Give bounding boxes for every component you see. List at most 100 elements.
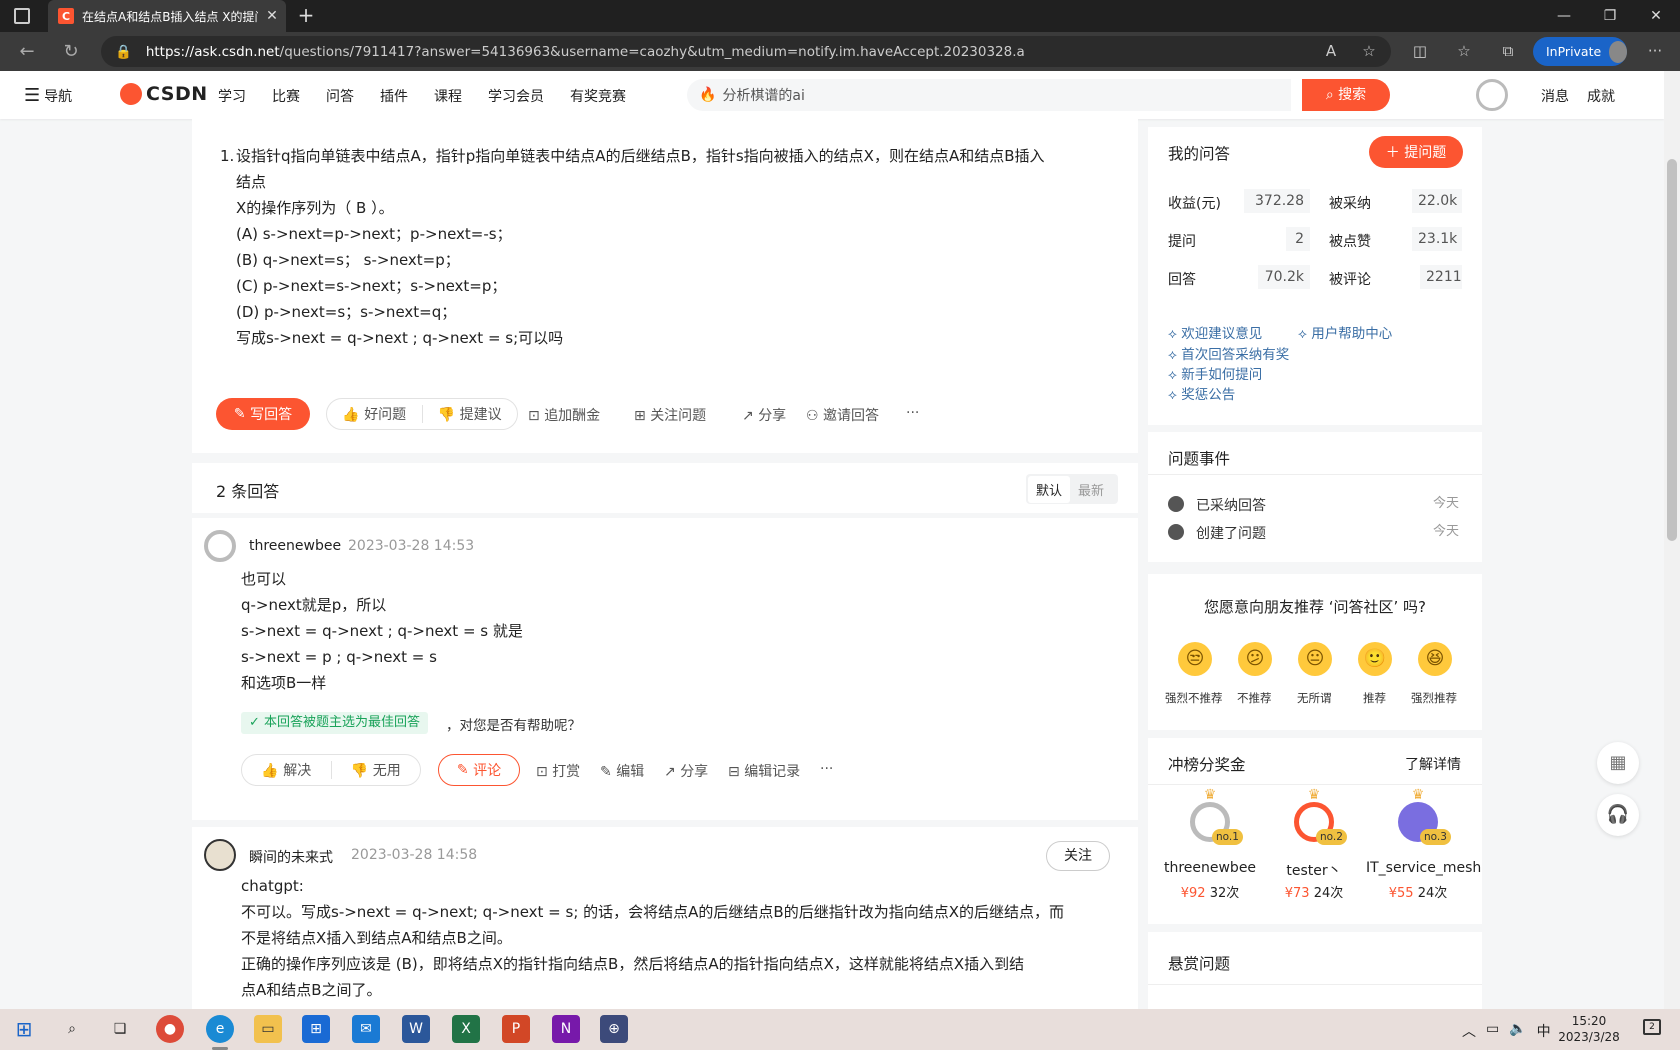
useless-button[interactable]: 👎 无用 bbox=[332, 760, 421, 780]
app-icon[interactable]: ⊕ bbox=[600, 1015, 628, 1043]
nav-menu-button[interactable]: ☰ 导航 bbox=[24, 85, 72, 106]
tab-actions-icon[interactable] bbox=[14, 8, 30, 24]
user-avatar[interactable] bbox=[1476, 79, 1508, 111]
split-screen-icon[interactable]: ◫ bbox=[1409, 40, 1431, 62]
recommend-emoji-icon[interactable]: 🙂 bbox=[1358, 642, 1392, 676]
answer-count: 2 条回答 bbox=[216, 482, 280, 501]
suggest-button[interactable]: 👎 提建议 bbox=[422, 404, 517, 424]
notification-center-icon[interactable]: 2 bbox=[1643, 1019, 1661, 1035]
add-favorite-icon[interactable]: ☆ bbox=[1358, 40, 1380, 62]
answer-line: 不可以。写成s->next = q->next; q->next = s; 的话… bbox=[241, 903, 1064, 921]
share-question-button[interactable]: ↗ 分享 bbox=[742, 405, 786, 425]
scrollbar-thumb[interactable] bbox=[1667, 159, 1677, 541]
strongly-not-recommend-emoji-icon[interactable]: 😒 bbox=[1178, 642, 1212, 676]
taskbar-clock[interactable]: 15:20 2023/3/28 bbox=[1556, 1013, 1622, 1045]
edit-history-button[interactable]: ⊟ 编辑记录 bbox=[728, 761, 800, 781]
volume-icon[interactable]: 🔈 bbox=[1509, 1021, 1526, 1041]
answer-more-button[interactable]: ··· bbox=[820, 761, 833, 777]
powerpoint-icon[interactable]: P bbox=[502, 1015, 530, 1043]
link-rewards-penalties[interactable]: ⟡ 奖惩公告 bbox=[1168, 383, 1235, 403]
link-how-to-ask[interactable]: ⟡ 新手如何提问 bbox=[1168, 363, 1262, 383]
link-help-center[interactable]: ⟡ 用户帮助中心 bbox=[1298, 322, 1392, 342]
new-tab-icon[interactable]: + bbox=[294, 4, 318, 28]
add-bounty-button[interactable]: ⊡ 追加酬金 bbox=[528, 405, 600, 425]
nav-item-prize-contest[interactable]: 有奖竞赛 bbox=[570, 86, 626, 106]
task-view-icon[interactable]: ❏ bbox=[106, 1015, 134, 1043]
tray-overflow-icon[interactable]: ︿ bbox=[1462, 1021, 1476, 1041]
not-recommend-emoji-icon[interactable]: 😕 bbox=[1238, 642, 1272, 676]
rank-name[interactable]: IT_service_mesh bbox=[1366, 860, 1481, 876]
stat-value-earnings: 372.28 bbox=[1244, 189, 1310, 213]
refresh-icon[interactable]: ↻ bbox=[58, 39, 84, 65]
mail-icon[interactable]: ✉ bbox=[352, 1015, 380, 1043]
link-feedback[interactable]: ⟡ 欢迎建议意见 bbox=[1168, 322, 1262, 342]
window-close-icon[interactable]: ✕ bbox=[1636, 4, 1676, 28]
address-bar[interactable]: 🔒 https://ask.csdn.net/questions/7911417… bbox=[101, 36, 1391, 67]
divider bbox=[1148, 474, 1482, 475]
onenote-icon[interactable]: N bbox=[552, 1015, 580, 1043]
search-input[interactable]: 🔥 分析棋谱的ai bbox=[687, 79, 1291, 111]
collections-icon[interactable]: ⧉ bbox=[1497, 40, 1519, 62]
rank-name[interactable]: threenewbee bbox=[1158, 860, 1262, 876]
excel-icon[interactable]: X bbox=[452, 1015, 480, 1043]
answer-vote-pill: 👍 解决 👎 无用 bbox=[241, 754, 421, 786]
answer-avatar[interactable] bbox=[204, 839, 236, 871]
tip-button[interactable]: ⊡ 打赏 bbox=[536, 761, 580, 781]
minimize-icon[interactable]: — bbox=[1544, 4, 1584, 28]
qr-code-icon[interactable]: ▦ bbox=[1597, 742, 1639, 784]
browser-tab-active[interactable]: C 在结点A和结点B插入结点 X的提问 ✕ bbox=[48, 0, 286, 32]
nav-item-study[interactable]: 学习 bbox=[218, 86, 246, 106]
search-icon[interactable]: ⌕ bbox=[58, 1015, 86, 1043]
ime-indicator[interactable]: 中 bbox=[1537, 1021, 1551, 1041]
restore-icon[interactable]: ❐ bbox=[1590, 4, 1630, 28]
back-icon[interactable]: ← bbox=[14, 39, 40, 65]
chrome-icon[interactable]: ● bbox=[156, 1015, 184, 1043]
bounty-details-link[interactable]: 了解详情 bbox=[1405, 754, 1461, 774]
write-answer-button[interactable]: ✎ 写回答 bbox=[216, 398, 310, 430]
store-icon[interactable]: ⊞ bbox=[302, 1015, 330, 1043]
page-scrollbar[interactable] bbox=[1664, 71, 1680, 1009]
achievements-link[interactable]: 成就 bbox=[1587, 86, 1615, 106]
rank-name[interactable]: tester丶 bbox=[1262, 860, 1366, 880]
comment-button[interactable]: ✎ 评论 bbox=[438, 754, 520, 786]
close-tab-icon[interactable]: ✕ bbox=[258, 8, 286, 24]
edge-icon[interactable]: e bbox=[206, 1015, 234, 1043]
ask-question-button[interactable]: ＋ 提问题 bbox=[1369, 136, 1463, 168]
favorites-icon[interactable]: ☆ bbox=[1453, 40, 1475, 62]
csdn-logo[interactable]: CSDN bbox=[120, 83, 208, 105]
file-explorer-icon[interactable]: ▭ bbox=[254, 1015, 282, 1043]
nav-item-contest[interactable]: 比赛 bbox=[272, 86, 300, 106]
read-aloud-icon[interactable]: A bbox=[1320, 40, 1342, 62]
nav-item-plugin[interactable]: 插件 bbox=[380, 86, 408, 106]
inprivate-button[interactable]: InPrivate bbox=[1533, 37, 1627, 66]
sort-latest-tab[interactable]: 最新 bbox=[1070, 476, 1112, 503]
follow-question-button[interactable]: ⊞ 关注问题 bbox=[634, 405, 706, 425]
sort-default-tab[interactable]: 默认 bbox=[1028, 475, 1071, 503]
strongly-recommend-emoji-icon[interactable]: 😆 bbox=[1418, 642, 1452, 676]
customer-service-icon[interactable]: 🎧 bbox=[1597, 794, 1639, 836]
nav-item-course[interactable]: 课程 bbox=[434, 86, 462, 106]
rank-money: ¥55 bbox=[1388, 886, 1414, 901]
good-question-button[interactable]: 👍 好问题 bbox=[327, 404, 422, 424]
neutral-emoji-icon[interactable]: 😐 bbox=[1298, 642, 1332, 676]
answer-avatar[interactable] bbox=[204, 530, 236, 562]
invite-answer-button[interactable]: ⚇ 邀请回答 bbox=[806, 405, 879, 425]
solve-button[interactable]: 👍 解决 bbox=[242, 760, 331, 780]
edit-button[interactable]: ✎ 编辑 bbox=[600, 761, 644, 781]
answer-username[interactable]: threenewbee bbox=[249, 538, 341, 554]
follow-user-button[interactable]: 关注 bbox=[1046, 841, 1110, 871]
messages-link[interactable]: 消息 bbox=[1541, 86, 1569, 106]
nav-item-vip[interactable]: 学习会员 bbox=[488, 86, 544, 106]
word-icon[interactable]: W bbox=[402, 1015, 430, 1043]
my-qa-panel: 我的问答 ＋ 提问题 收益(元) 372.28 被采纳 22.0k 提问 2 被… bbox=[1148, 127, 1482, 425]
answer-username[interactable]: 瞬间的未来式 bbox=[249, 847, 333, 867]
more-actions-button[interactable]: ··· bbox=[906, 405, 919, 421]
link-first-answer-reward[interactable]: ⟡ 首次回答采纳有奖 bbox=[1168, 343, 1289, 363]
event-avatar bbox=[1168, 496, 1184, 512]
settings-more-icon[interactable]: ··· bbox=[1644, 40, 1666, 62]
windows-start-icon[interactable]: ⊞ bbox=[10, 1015, 38, 1043]
network-icon[interactable]: ▭ bbox=[1486, 1021, 1499, 1041]
search-button[interactable]: ⌕ 搜索 bbox=[1302, 79, 1390, 111]
share-answer-button[interactable]: ↗ 分享 bbox=[664, 761, 708, 781]
nav-item-qa[interactable]: 问答 bbox=[326, 86, 354, 106]
